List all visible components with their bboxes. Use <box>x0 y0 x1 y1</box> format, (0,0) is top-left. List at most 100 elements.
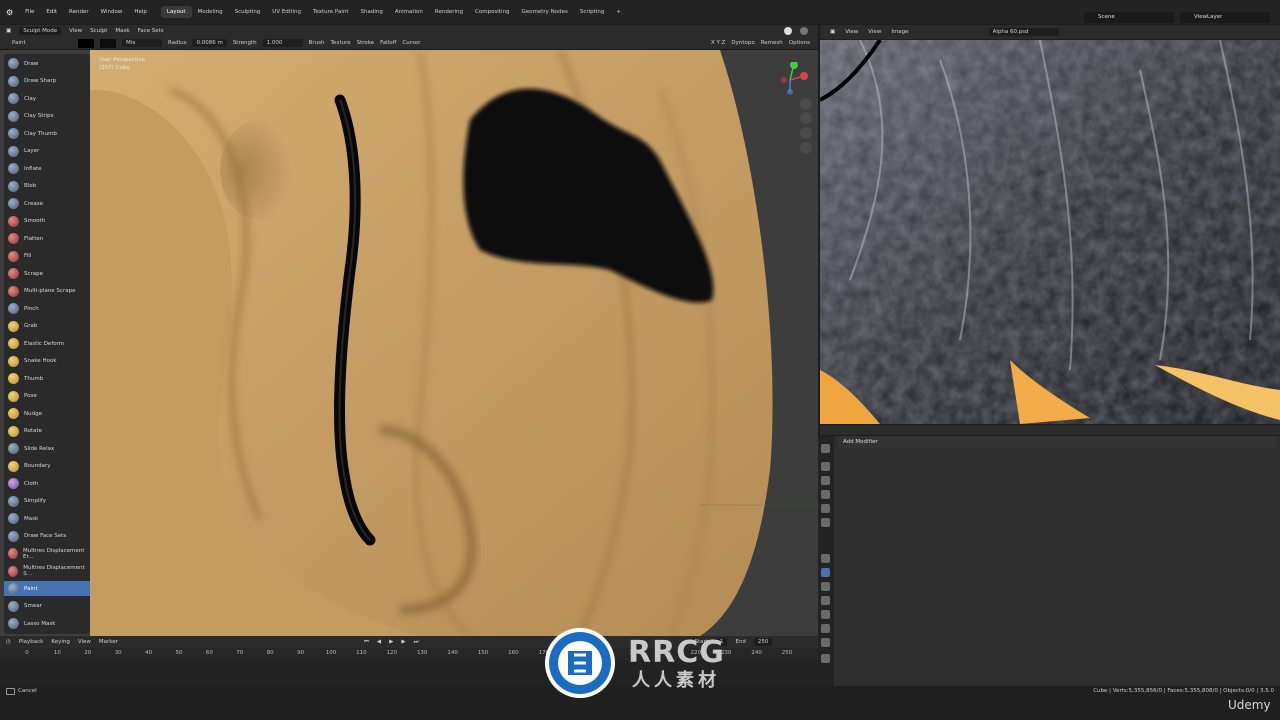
constraints-tab-icon[interactable] <box>821 610 830 619</box>
jump-start-icon[interactable]: ⏮ <box>364 639 369 646</box>
tool-smear[interactable]: Smear <box>4 599 90 614</box>
add-modifier-button[interactable]: Add Modifier <box>838 436 1276 448</box>
workspace-tab-sculpting[interactable]: Sculpting <box>229 6 267 18</box>
tool-draw-sharp[interactable]: Draw Sharp <box>4 74 90 89</box>
view-layer-tab-icon[interactable] <box>821 490 830 499</box>
tool-slide-relax[interactable]: Slide Relax <box>4 441 90 456</box>
tool-flatten[interactable]: Flatten <box>4 231 90 246</box>
tool-clay-strips[interactable]: Clay Strips <box>4 109 90 124</box>
menu-help[interactable]: Help <box>128 9 153 15</box>
view-layer-selector[interactable]: ViewLayer <box>1180 12 1270 23</box>
prev-key-icon[interactable]: ◀ <box>377 639 381 645</box>
tool-simplify[interactable]: Simplify <box>4 494 90 509</box>
face-sets-menu[interactable]: Face Sets <box>138 28 164 34</box>
strength-field[interactable]: 1.000 <box>262 39 303 47</box>
world-tab-icon[interactable] <box>821 518 830 527</box>
workspace-tab-modeling[interactable]: Modeling <box>192 6 229 18</box>
modifier-wrench-icon[interactable] <box>821 568 830 577</box>
camera-view-icon[interactable] <box>800 127 812 139</box>
tool-snake-hook[interactable]: Snake Hook <box>4 354 90 369</box>
tool-draw-face-sets[interactable]: Draw Face Sets <box>4 529 90 544</box>
render-tab-icon[interactable] <box>821 462 830 471</box>
tool-blob[interactable]: Blob <box>4 179 90 194</box>
tool-boundary[interactable]: Boundary <box>4 459 90 474</box>
tool-pinch[interactable]: Pinch <box>4 301 90 316</box>
particles-tab-icon[interactable] <box>821 582 830 591</box>
falloff-dropdown[interactable]: Falloff <box>380 40 396 46</box>
navigation-gizmo[interactable] <box>772 61 812 98</box>
tool-layer[interactable]: Layer <box>4 144 90 159</box>
3d-viewport[interactable] <box>0 50 818 636</box>
menu-file[interactable]: File <box>19 9 40 15</box>
marker-menu[interactable]: Marker <box>99 639 118 645</box>
view-menu[interactable]: View <box>69 28 82 34</box>
tool-clay[interactable]: Clay <box>4 91 90 106</box>
options-dropdown[interactable]: Options <box>789 40 810 46</box>
workspace-tab-compositing[interactable]: Compositing <box>469 6 515 18</box>
tool-crease[interactable]: Crease <box>4 196 90 211</box>
zoom-icon[interactable] <box>800 98 812 110</box>
menu-window[interactable]: Window <box>95 9 129 15</box>
tool-nudge[interactable]: Nudge <box>4 406 90 421</box>
scene-tab-icon[interactable] <box>821 504 830 513</box>
image-editor-type-icon[interactable]: ▣ <box>830 29 835 35</box>
output-tab-icon[interactable] <box>821 476 830 485</box>
workspace-tab-layout[interactable]: Layout <box>160 6 192 18</box>
alpha-image-preview[interactable] <box>820 40 1280 424</box>
tool-clay-thumb[interactable]: Clay Thumb <box>4 126 90 141</box>
tool-lasso-mask[interactable]: Lasso Mask <box>4 616 90 631</box>
timeline-view-menu[interactable]: View <box>78 639 91 645</box>
cursor-dropdown[interactable]: Cursor <box>402 40 420 46</box>
tool-cloth[interactable]: Cloth <box>4 476 90 491</box>
workspace-tab-scripting[interactable]: Scripting <box>574 6 610 18</box>
mode-selector[interactable]: Sculpt Mode <box>19 27 62 35</box>
workspace-tab-uv-editing[interactable]: UV Editing <box>266 6 307 18</box>
tool-draw[interactable]: Draw <box>4 56 90 71</box>
sculpt-mesh-render[interactable] <box>0 50 818 636</box>
workspace-tab-rendering[interactable]: Rendering <box>429 6 469 18</box>
sculpt-menu[interactable]: Sculpt <box>90 28 107 34</box>
brush-name[interactable]: Paint <box>12 40 72 46</box>
playback-menu[interactable]: Playback <box>19 639 44 645</box>
tool-grab[interactable]: Grab <box>4 319 90 334</box>
shading-material-icon[interactable] <box>800 27 808 35</box>
timeline-type-icon[interactable]: ◷ <box>6 639 11 645</box>
workspace-tab-shading[interactable]: Shading <box>355 6 389 18</box>
tool-thumb[interactable]: Thumb <box>4 371 90 386</box>
jump-end-icon[interactable]: ⏭ <box>414 639 419 646</box>
workspace-tab-animation[interactable]: Animation <box>389 6 429 18</box>
perspective-grid-icon[interactable] <box>800 142 812 154</box>
tool-multires-displacement-s[interactable]: Multires Displacement S... <box>4 564 90 579</box>
symmetry-axes[interactable]: X Y Z <box>711 40 725 46</box>
pan-hand-icon[interactable] <box>800 112 812 124</box>
primary-color-swatch[interactable] <box>78 38 94 48</box>
data-tab-icon[interactable] <box>821 624 830 633</box>
physics-tab-icon[interactable] <box>821 596 830 605</box>
image-view-menu[interactable]: View <box>868 29 881 35</box>
play-icon[interactable]: ▶ <box>389 639 393 645</box>
next-key-icon[interactable]: ▶ <box>401 639 405 645</box>
tool-paint[interactable]: Paint <box>4 581 90 596</box>
shading-solid-icon[interactable] <box>784 27 792 35</box>
radius-field[interactable]: 0.0086 m <box>192 39 227 47</box>
tool-mask[interactable]: Mask <box>4 511 90 526</box>
tool-multi-plane-scrape[interactable]: Multi-plane Scrape <box>4 284 90 299</box>
tool-tab-icon[interactable] <box>821 444 830 453</box>
dyntopo-dropdown[interactable]: Dyntopo <box>731 40 754 46</box>
menu-render[interactable]: Render <box>63 9 95 15</box>
tool-fill[interactable]: Fill <box>4 249 90 264</box>
image-menu[interactable]: Image <box>891 29 908 35</box>
mask-menu[interactable]: Mask <box>115 28 129 34</box>
image-view-dropdown[interactable]: View <box>845 29 858 35</box>
blend-mode-dropdown[interactable]: Mix <box>122 39 162 47</box>
tool-scrape[interactable]: Scrape <box>4 266 90 281</box>
workspace-tab-texture-paint[interactable]: Texture Paint <box>307 6 355 18</box>
image-name-field[interactable]: Alpha 60.psd <box>988 28 1059 36</box>
tool-inflate[interactable]: Inflate <box>4 161 90 176</box>
tool-elastic-deform[interactable]: Elastic Deform <box>4 336 90 351</box>
blender-logo-icon[interactable]: ⚙ <box>0 8 19 17</box>
scene-selector[interactable]: Scene <box>1084 12 1174 23</box>
secondary-color-swatch[interactable] <box>100 38 116 48</box>
tool-pose[interactable]: Pose <box>4 389 90 404</box>
keying-menu[interactable]: Keying <box>51 639 69 645</box>
